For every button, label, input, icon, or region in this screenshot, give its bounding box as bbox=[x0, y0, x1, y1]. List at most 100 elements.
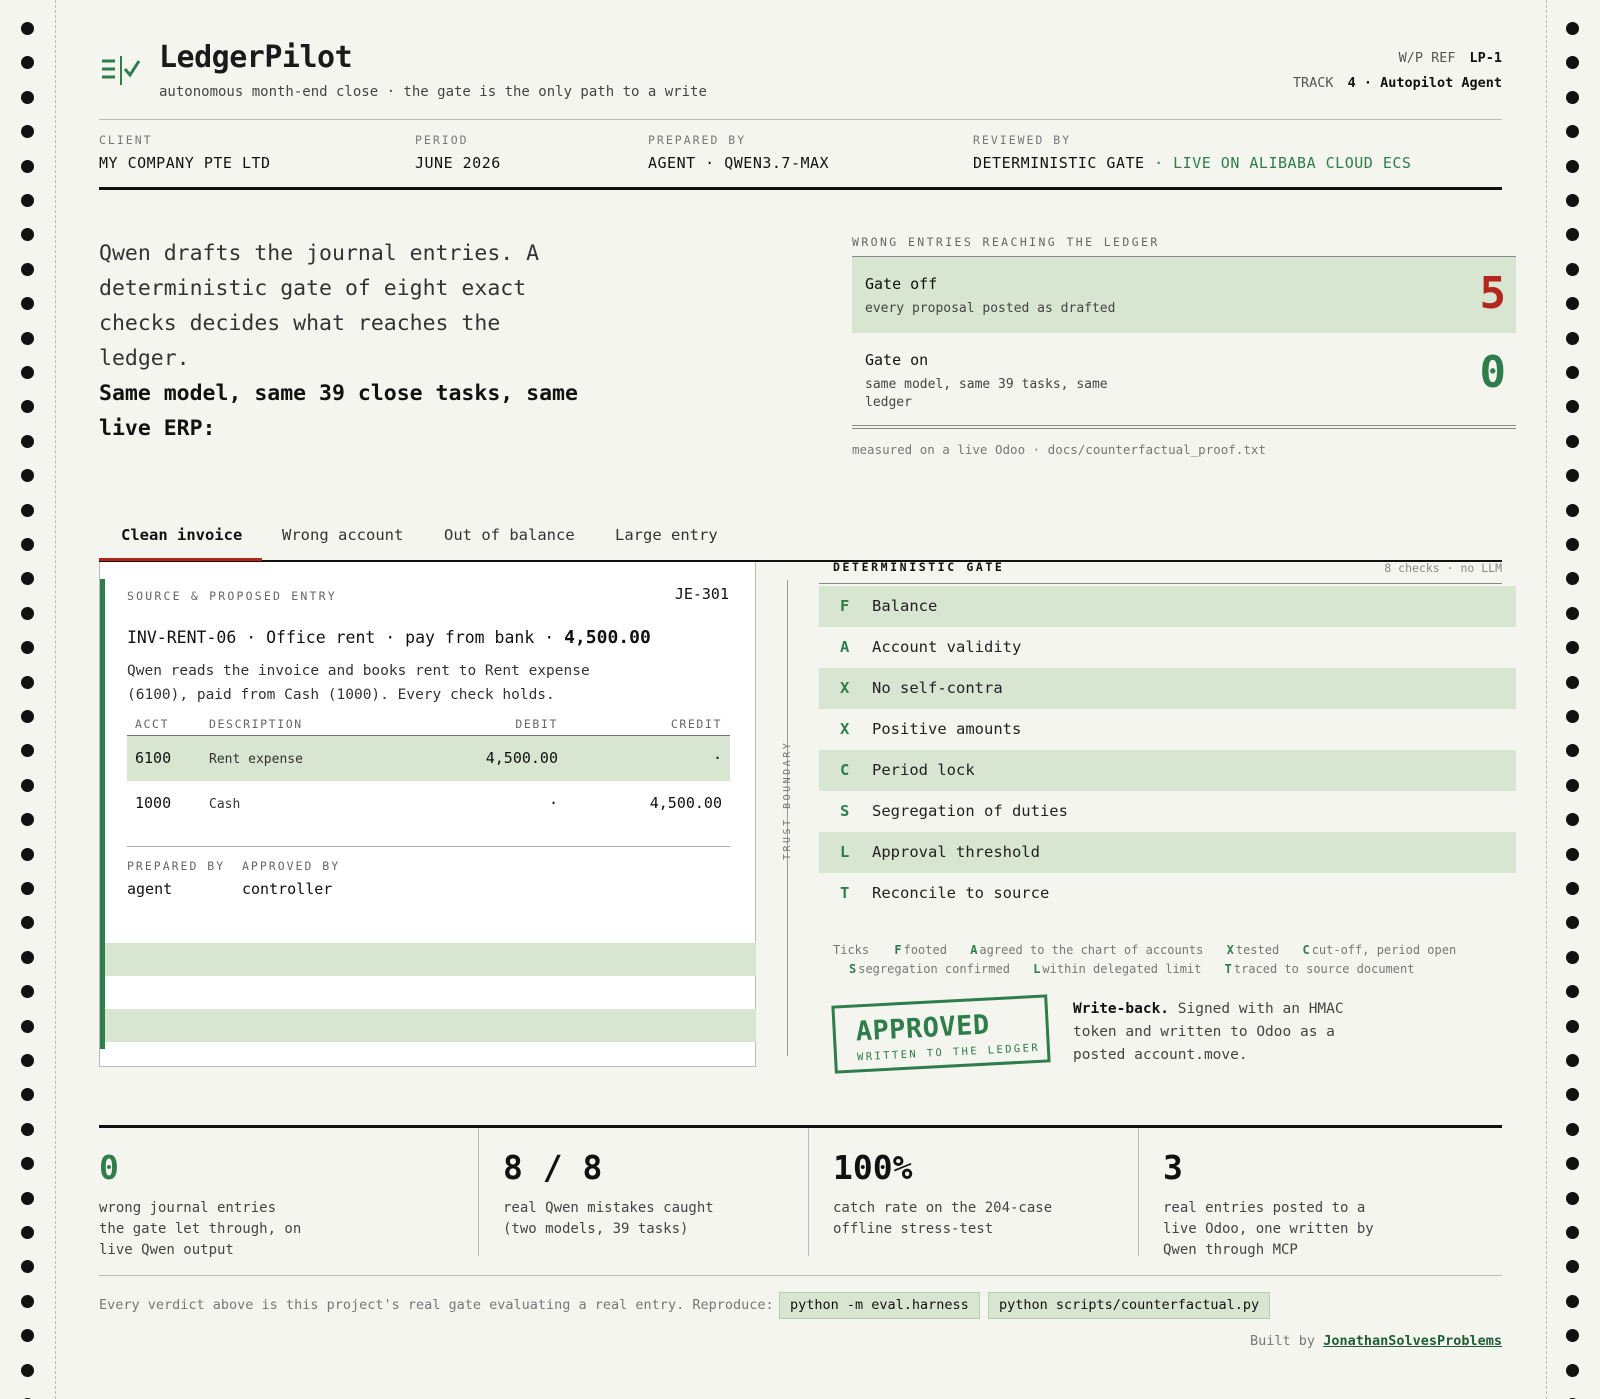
perforation-hole bbox=[21, 1123, 34, 1136]
legend-text: within delegated limit bbox=[1042, 962, 1202, 976]
perforation-hole bbox=[21, 400, 34, 413]
row-acct: 1000 bbox=[135, 794, 172, 812]
reproduce-note: Every verdict above is this project's re… bbox=[99, 1297, 774, 1313]
table-row: 1000 Cash · 4,500.00 bbox=[127, 781, 730, 826]
list-item: S Segregation of duties bbox=[819, 791, 1516, 832]
gate-off-count: 5 bbox=[1479, 268, 1507, 319]
live-deployment-note: · LIVE ON ALIBABA CLOUD ECS bbox=[1144, 154, 1412, 172]
perforation-hole bbox=[21, 1157, 34, 1170]
legend-text: traced to source document bbox=[1233, 962, 1415, 976]
gate-on-count: 0 bbox=[1479, 347, 1507, 398]
author-link[interactable]: JonathanSolvesProblems bbox=[1323, 1333, 1502, 1349]
check-name: Approval threshold bbox=[872, 843, 1040, 861]
perforation-hole bbox=[21, 1260, 34, 1273]
client-value: MY COMPANY PTE LTD bbox=[99, 154, 271, 172]
stat-caption: real Qwen mistakes caught (two models, 3… bbox=[503, 1200, 714, 1237]
brand-tagline: autonomous month-end close · the gate is… bbox=[159, 84, 707, 100]
legend-text: segregation confirmed bbox=[858, 962, 1010, 976]
prepared-by-sig-value: agent bbox=[127, 880, 173, 898]
built-by-label: Built by bbox=[1250, 1333, 1316, 1349]
perforation-hole bbox=[1566, 607, 1579, 620]
meta-divider bbox=[99, 187, 1502, 190]
stat-number: 100% bbox=[833, 1148, 913, 1187]
perforation-hole bbox=[1566, 951, 1579, 964]
entry-description: Qwen reads the invoice and books rent to… bbox=[127, 663, 590, 703]
entry-section-label: SOURCE & PROPOSED ENTRY bbox=[127, 589, 337, 603]
invoice-amount: 4,500.00 bbox=[564, 627, 651, 648]
perforation-hole bbox=[1566, 916, 1579, 929]
perforation-hole bbox=[21, 1088, 34, 1101]
perforation-hole bbox=[21, 1329, 34, 1342]
check-letter: A bbox=[840, 638, 850, 656]
gate-off-title: Gate off bbox=[865, 275, 938, 293]
perforation-hole bbox=[21, 125, 34, 138]
table-row: 6100 Rent expense 4,500.00 · bbox=[127, 736, 730, 781]
perforation-hole bbox=[1566, 1329, 1579, 1342]
perforation-hole bbox=[1566, 1157, 1579, 1170]
check-letter: X bbox=[840, 720, 850, 738]
ledger-check-icon bbox=[102, 56, 141, 85]
tab-clean-invoice[interactable]: Clean invoice bbox=[121, 526, 242, 544]
perforation-hole bbox=[21, 538, 34, 551]
list-item: L Approval threshold bbox=[819, 832, 1516, 873]
perforation-hole bbox=[21, 1020, 34, 1033]
legend-letter: S bbox=[849, 962, 857, 976]
perforation-hole bbox=[1566, 882, 1579, 895]
brand-name: LedgerPilot bbox=[159, 40, 353, 75]
perforation-hole bbox=[1566, 779, 1579, 792]
perforation-hole bbox=[21, 641, 34, 654]
command-counterfactual[interactable]: python scripts/counterfactual.py bbox=[988, 1292, 1271, 1319]
check-letter: X bbox=[840, 679, 850, 697]
perforation-hole bbox=[21, 160, 34, 173]
tab-large-entry[interactable]: Large entry bbox=[615, 526, 718, 544]
check-name: Period lock bbox=[872, 761, 975, 779]
perforation-hole bbox=[21, 1054, 34, 1067]
col-debit: DEBIT bbox=[515, 717, 558, 731]
perforation-hole bbox=[1566, 263, 1579, 276]
perforation-hole bbox=[21, 228, 34, 241]
perforation-hole bbox=[1566, 710, 1579, 723]
card-status-stripe bbox=[100, 579, 105, 1049]
perforation-hole bbox=[21, 1226, 34, 1239]
perforation-hole bbox=[21, 607, 34, 620]
legend-letter: T bbox=[1224, 962, 1232, 976]
check-letter: L bbox=[840, 843, 850, 861]
list-item: A Account validity bbox=[819, 627, 1516, 668]
perforation-hole bbox=[21, 1295, 34, 1308]
track-label: TRACK bbox=[1292, 75, 1334, 91]
command-eval-harness[interactable]: python -m eval.harness bbox=[779, 1292, 980, 1319]
gate-on-subtitle: same model, same 39 tasks, same ledger bbox=[865, 377, 1108, 410]
perforation-hole bbox=[1566, 1088, 1579, 1101]
scenario-tabs: Clean invoice Wrong account Out of balan… bbox=[99, 512, 1502, 562]
wrong-entries-label: WRONG ENTRIES REACHING THE LEDGER bbox=[852, 235, 1160, 249]
prepared-by-label: PREPARED BY bbox=[648, 133, 747, 147]
left-perforation-rail bbox=[0, 0, 56, 1399]
reviewed-by-name: DETERMINISTIC GATE bbox=[973, 154, 1145, 172]
perforation-hole bbox=[21, 848, 34, 861]
prepared-by-value: AGENT · QWEN3.7-MAX bbox=[648, 154, 830, 172]
tab-out-of-balance[interactable]: Out of balance bbox=[444, 526, 575, 544]
perforation-hole bbox=[1566, 1020, 1579, 1033]
check-name: Balance bbox=[872, 597, 938, 615]
perforation-hole bbox=[21, 744, 34, 757]
col-acct: ACCT bbox=[135, 717, 170, 731]
perforation-hole bbox=[21, 779, 34, 792]
row-debit: · bbox=[548, 794, 558, 812]
perforation-hole bbox=[21, 1364, 34, 1377]
legend-title: Ticks bbox=[833, 943, 870, 957]
perforation-hole bbox=[21, 435, 34, 448]
proposed-entry-card: SOURCE & PROPOSED ENTRY JE-301 INV-RENT-… bbox=[99, 562, 756, 1067]
row-credit: · bbox=[712, 749, 722, 767]
perforation-hole bbox=[1566, 1054, 1579, 1067]
legend-text: tested bbox=[1235, 943, 1280, 957]
stat-catch-rate: 100% catch rate on the 204-case offline … bbox=[808, 1128, 1138, 1256]
hero-statement: Qwen drafts the journal entries. A deter… bbox=[99, 236, 599, 446]
perforation-hole bbox=[1566, 366, 1579, 379]
tab-wrong-account[interactable]: Wrong account bbox=[282, 526, 403, 544]
approved-by-sig-value: controller bbox=[242, 880, 333, 898]
perforation-hole bbox=[1566, 91, 1579, 104]
perforation-hole bbox=[1566, 228, 1579, 241]
row-debit: 4,500.00 bbox=[485, 749, 558, 767]
writeback-note: Write-back. Signed with an HMAC token an… bbox=[1073, 998, 1373, 1067]
journal-entry-id: JE-301 bbox=[674, 585, 729, 603]
